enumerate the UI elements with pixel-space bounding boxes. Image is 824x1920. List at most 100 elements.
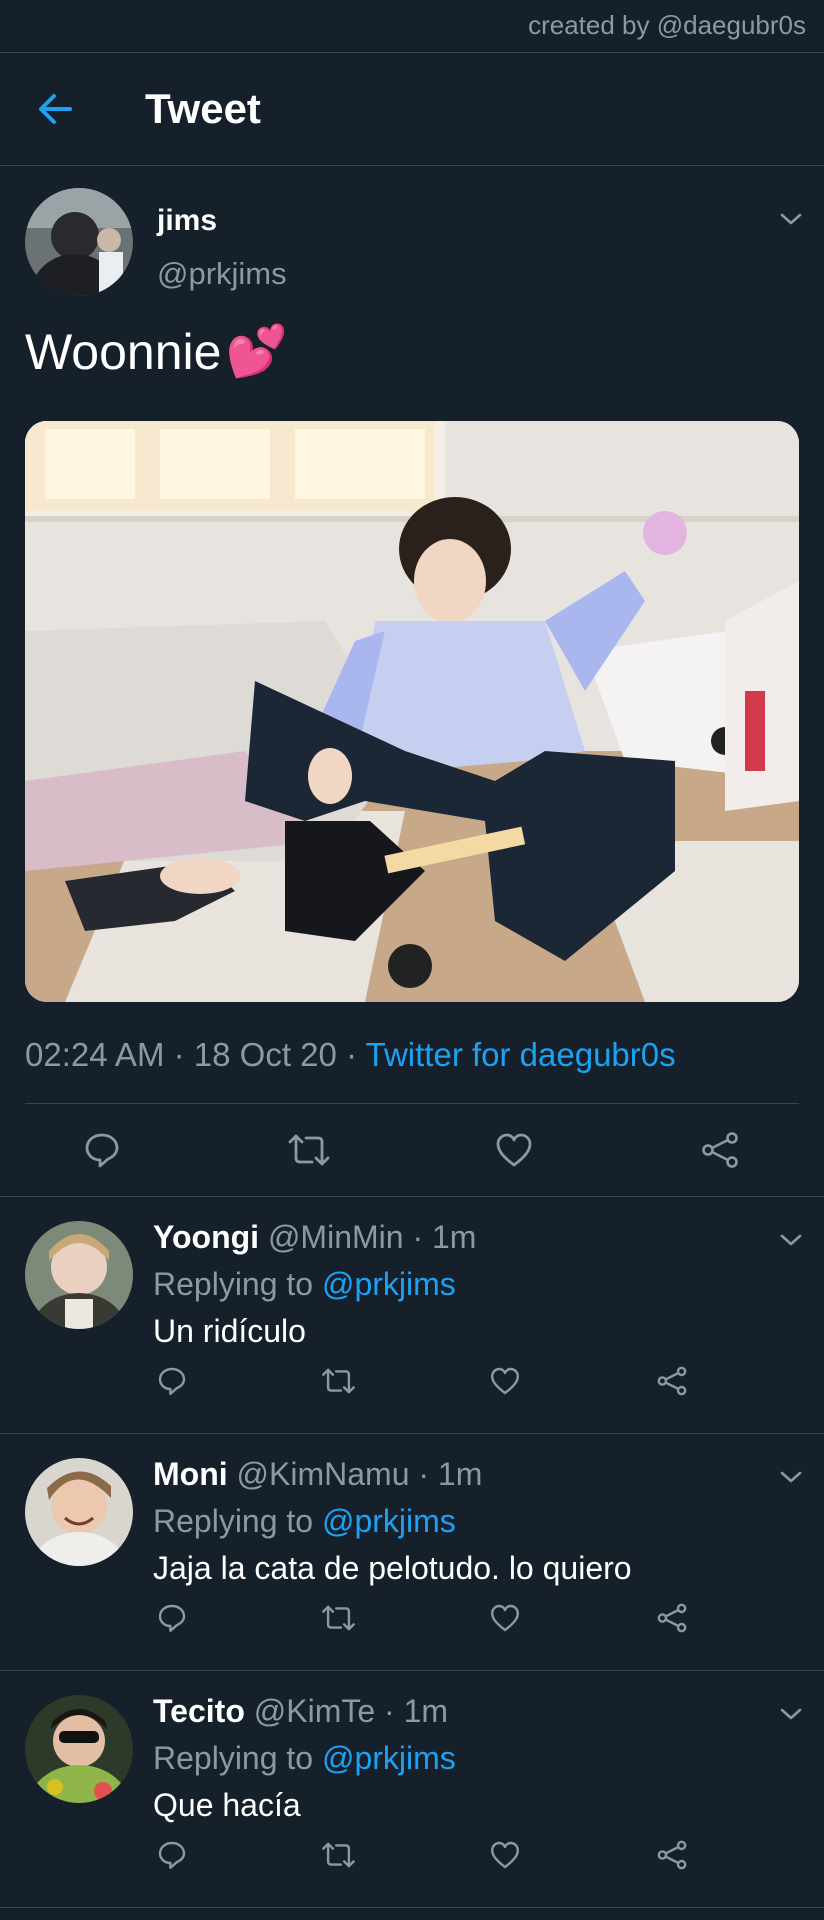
reply-actions: [0, 1365, 824, 1409]
avatar-image: [25, 188, 133, 296]
avatar-image: [25, 1221, 133, 1329]
like-button[interactable]: [489, 1839, 521, 1871]
reply-time: 1m: [431, 1219, 477, 1255]
replying-to: Replying to @prkjims: [153, 1740, 456, 1777]
author-name[interactable]: jims: [157, 204, 217, 238]
share-icon: [657, 1366, 687, 1396]
reply-button[interactable]: [156, 1839, 188, 1871]
retweet-button[interactable]: [320, 1602, 357, 1634]
chevron-down-icon: [780, 1234, 802, 1246]
avatar-image: [25, 1458, 133, 1566]
reply-item[interactable]: Tecito @KimTe · 1m Replying to @prkjims …: [0, 1671, 824, 1908]
reply-dot: ·: [412, 1219, 424, 1255]
reply-avatar[interactable]: [25, 1221, 133, 1329]
retweet-button[interactable]: [320, 1365, 357, 1397]
reply-icon: [158, 1841, 186, 1869]
share-button[interactable]: [700, 1130, 740, 1170]
reply-header: Yoongi @MinMin · 1m: [153, 1219, 476, 1256]
replying-label: Replying to: [153, 1266, 314, 1302]
reply-dot: ·: [418, 1456, 430, 1492]
share-button[interactable]: [656, 1839, 688, 1871]
reply-icon: [158, 1604, 186, 1632]
share-button[interactable]: [656, 1602, 688, 1634]
retweet-icon: [322, 1368, 355, 1394]
retweet-icon: [322, 1842, 355, 1868]
watermark-credit: created by @daegubr0s: [528, 10, 806, 40]
tweet-photo: [25, 421, 799, 1002]
reply-time: 1m: [403, 1693, 449, 1729]
reply-mention-link[interactable]: @prkjims: [322, 1503, 456, 1539]
reply-text: Un ridículo: [153, 1313, 306, 1349]
reply-button[interactable]: [82, 1130, 122, 1170]
avatar-image: [25, 1695, 133, 1803]
reply-header: Moni @KimNamu · 1m: [153, 1456, 482, 1493]
share-button[interactable]: [656, 1365, 688, 1397]
like-icon: [491, 1841, 519, 1869]
reply-menu-button[interactable]: [776, 1225, 806, 1255]
like-button[interactable]: [489, 1365, 521, 1397]
retweet-button[interactable]: [320, 1839, 357, 1871]
replying-label: Replying to: [153, 1740, 314, 1776]
reply-button[interactable]: [156, 1602, 188, 1634]
reply-time: 1m: [437, 1456, 483, 1492]
retweet-button[interactable]: [286, 1130, 332, 1170]
like-button[interactable]: [489, 1602, 521, 1634]
reply-author-name[interactable]: Tecito: [153, 1693, 245, 1729]
like-icon: [491, 1367, 519, 1395]
like-button[interactable]: [494, 1130, 534, 1170]
reply-author-name[interactable]: Yoongi: [153, 1219, 259, 1255]
tweet-menu-button[interactable]: [776, 204, 806, 234]
tweet-actions: [0, 1104, 824, 1196]
back-button[interactable]: [30, 83, 82, 135]
tweet-time: 02:24 AM: [25, 1036, 165, 1073]
two-hearts-emoji: 💕: [225, 323, 288, 379]
chevron-down-icon: [780, 1471, 802, 1483]
reply-icon: [85, 1133, 119, 1168]
meta-separator: ·: [346, 1036, 358, 1073]
chevron-down-icon: [780, 1708, 802, 1720]
retweet-icon: [288, 1134, 330, 1166]
reply-mention-link[interactable]: @prkjims: [322, 1740, 456, 1776]
replying-to: Replying to @prkjims: [153, 1503, 456, 1540]
reply-mention-link[interactable]: @prkjims: [322, 1266, 456, 1302]
reply-actions: [0, 1602, 824, 1646]
author-avatar[interactable]: [25, 188, 133, 296]
author-handle[interactable]: @prkjims: [157, 256, 287, 292]
meta-separator: ·: [173, 1036, 185, 1073]
share-icon: [657, 1840, 687, 1870]
reply-item[interactable]: Yoongi @MinMin · 1m Replying to @prkjims…: [0, 1197, 824, 1434]
reply-icon: [158, 1367, 186, 1395]
reply-actions: [0, 1839, 824, 1883]
reply-author-name[interactable]: Moni: [153, 1456, 228, 1492]
reply-button[interactable]: [156, 1365, 188, 1397]
like-icon: [496, 1133, 532, 1167]
tweet-author: jims @prkjims: [0, 166, 824, 316]
reply-header: Tecito @KimTe · 1m: [153, 1693, 448, 1730]
page-title: Tweet: [145, 85, 261, 132]
replying-label: Replying to: [153, 1503, 314, 1539]
tweet-media[interactable]: [25, 421, 799, 1002]
tweet-source-link[interactable]: Twitter for daegubr0s: [366, 1036, 676, 1073]
tweet-meta: 02:24 AM · 18 Oct 20 · Twitter for daegu…: [25, 1036, 676, 1074]
reply-text: Que hacía: [153, 1787, 301, 1823]
tweet-text: Woonnie 💕: [25, 322, 288, 381]
reply-text: Jaja la cata de pelotudo. lo quiero: [153, 1550, 632, 1586]
tweet-date: 18 Oct 20: [193, 1036, 337, 1073]
reply-author-handle[interactable]: @KimTe: [254, 1693, 375, 1729]
reply-menu-button[interactable]: [776, 1699, 806, 1729]
share-icon: [657, 1603, 687, 1633]
reply-author-handle[interactable]: @KimNamu: [237, 1456, 410, 1492]
like-icon: [491, 1604, 519, 1632]
app-header: Tweet: [0, 53, 824, 166]
tweet-body: Woonnie: [25, 323, 222, 380]
reply-author-handle[interactable]: @MinMin: [268, 1219, 404, 1255]
share-icon: [702, 1132, 738, 1168]
reply-menu-button[interactable]: [776, 1462, 806, 1492]
reply-avatar[interactable]: [25, 1458, 133, 1566]
arrow-left-icon: [39, 94, 72, 124]
reply-item[interactable]: Moni @KimNamu · 1m Replying to @prkjims …: [0, 1434, 824, 1671]
chevron-down-icon: [780, 213, 802, 225]
reply-dot: ·: [384, 1693, 395, 1729]
replying-to: Replying to @prkjims: [153, 1266, 456, 1303]
reply-avatar[interactable]: [25, 1695, 133, 1803]
